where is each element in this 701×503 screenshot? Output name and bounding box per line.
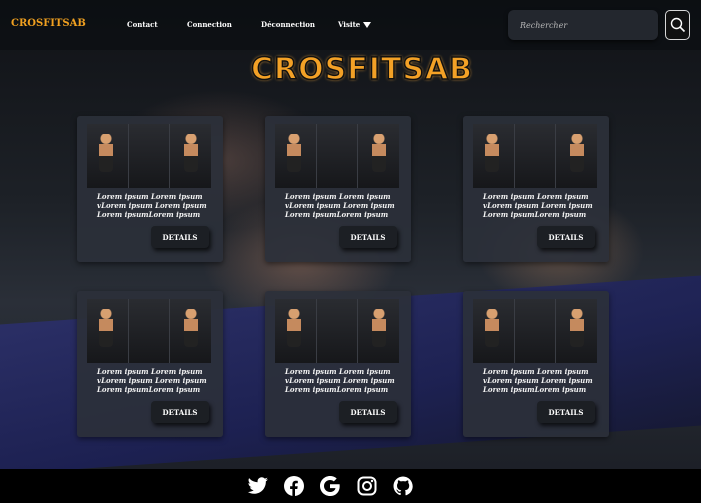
navbar: CROSFITSAB Contact Connection Déconnecti… — [0, 0, 701, 50]
nav-link-connection[interactable]: Connection — [187, 20, 232, 29]
card-image — [87, 124, 211, 188]
twitter-icon — [247, 477, 268, 494]
instagram-link[interactable] — [356, 476, 378, 496]
github-icon — [393, 476, 413, 496]
nav-dropdown-label: Visite — [338, 20, 361, 29]
github-link[interactable] — [392, 476, 414, 496]
card: Lorem ipsum Lorem ipsum vLorem ipsum Lor… — [265, 116, 411, 262]
hero-title: CROSFITSAB — [250, 51, 474, 88]
search-button[interactable] — [665, 10, 690, 40]
card-text: Lorem ipsum Lorem ipsum vLorem ipsum Lor… — [97, 367, 207, 394]
search-input[interactable] — [508, 10, 658, 40]
details-button[interactable]: DETAILS — [339, 401, 397, 423]
card-image — [275, 124, 399, 188]
search-icon — [670, 17, 685, 33]
facebook-link[interactable] — [283, 476, 305, 496]
brand-logo[interactable]: CROSFITSAB — [11, 18, 86, 29]
card-text: Lorem ipsum Lorem ipsum vLorem ipsum Lor… — [483, 367, 593, 394]
card-image — [473, 299, 597, 363]
instagram-icon — [357, 476, 377, 496]
card-image — [473, 124, 597, 188]
card: Lorem ipsum Lorem ipsum vLorem ipsum Lor… — [463, 291, 609, 437]
card-text: Lorem ipsum Lorem ipsum vLorem ipsum Lor… — [285, 367, 395, 394]
card: Lorem ipsum Lorem ipsum vLorem ipsum Lor… — [265, 291, 411, 437]
card: Lorem ipsum Lorem ipsum vLorem ipsum Lor… — [77, 291, 223, 437]
details-button[interactable]: DETAILS — [151, 401, 209, 423]
card: Lorem ipsum Lorem ipsum vLorem ipsum Lor… — [77, 116, 223, 262]
nav-link-contact[interactable]: Contact — [127, 20, 158, 29]
google-link[interactable] — [319, 476, 341, 496]
details-button[interactable]: DETAILS — [537, 226, 595, 248]
nav-link-deconnection[interactable]: Déconnection — [261, 20, 315, 29]
nav-dropdown-visite[interactable]: Visite — [338, 20, 372, 29]
card-text: Lorem ipsum Lorem ipsum vLorem ipsum Lor… — [97, 192, 207, 219]
card-image — [275, 299, 399, 363]
details-button[interactable]: DETAILS — [151, 226, 209, 248]
card-text: Lorem ipsum Lorem ipsum vLorem ipsum Lor… — [483, 192, 593, 219]
card-image — [87, 299, 211, 363]
footer — [0, 469, 701, 503]
caret-down-icon — [363, 22, 372, 28]
google-icon — [320, 476, 340, 496]
facebook-icon — [284, 476, 304, 496]
twitter-link[interactable] — [247, 476, 269, 496]
card: Lorem ipsum Lorem ipsum vLorem ipsum Lor… — [463, 116, 609, 262]
details-button[interactable]: DETAILS — [339, 226, 397, 248]
card-text: Lorem ipsum Lorem ipsum vLorem ipsum Lor… — [285, 192, 395, 219]
details-button[interactable]: DETAILS — [537, 401, 595, 423]
